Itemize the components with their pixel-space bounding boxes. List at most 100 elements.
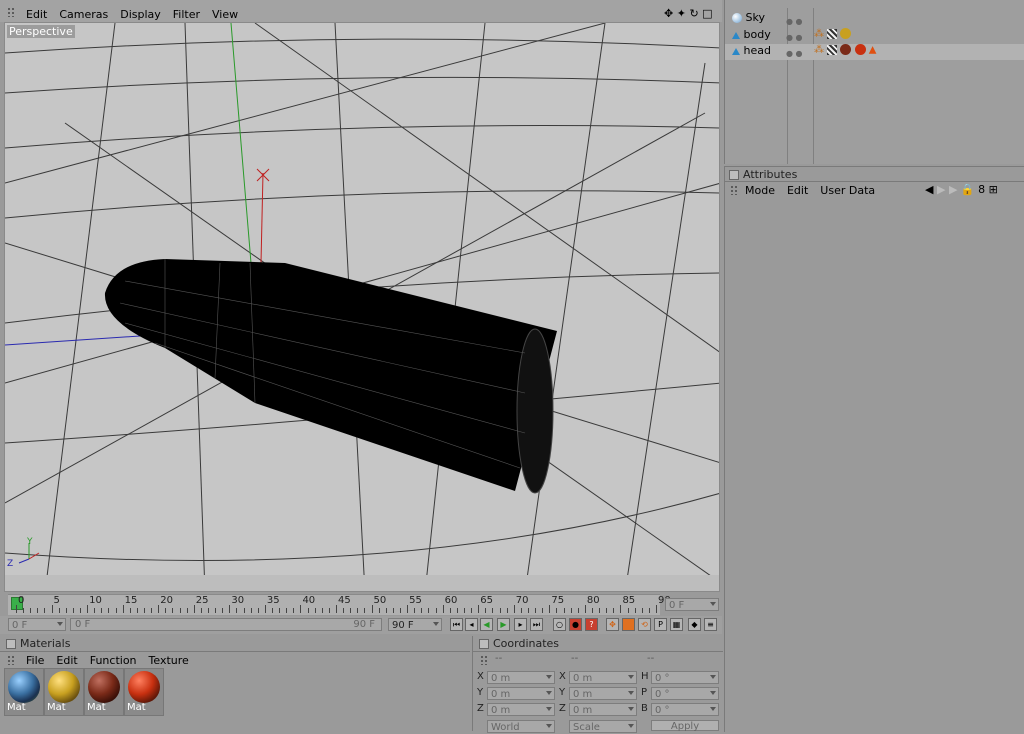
- key-pla-icon[interactable]: ◆: [688, 618, 701, 631]
- attributes-panel: Attributes Mode Edit User Data ◀ ▶ ▶ 🔒 8…: [724, 166, 1024, 732]
- go-end-icon[interactable]: ⏭: [530, 618, 543, 631]
- material-thumb[interactable]: Mat: [44, 668, 84, 716]
- menu-filter[interactable]: Filter: [173, 8, 200, 21]
- visibility-dots[interactable]: ● ● ● ● ● ●: [786, 14, 803, 62]
- autokey-icon[interactable]: ?: [585, 618, 598, 631]
- key-move-icon[interactable]: ✥: [606, 618, 619, 631]
- warning-tag-icon[interactable]: ▲: [869, 45, 877, 56]
- rot-h-field[interactable]: 0 °: [651, 671, 719, 684]
- size-header: --: [571, 653, 579, 664]
- key-grid-icon[interactable]: ▦: [670, 618, 683, 631]
- new-panel-icon[interactable]: ⊞: [989, 183, 998, 196]
- prev-key-icon[interactable]: ◂: [465, 618, 478, 631]
- divider: [473, 651, 723, 652]
- rot-p-field[interactable]: 0 °: [651, 687, 719, 700]
- timeline-tick: [108, 608, 110, 613]
- record-icon[interactable]: ●: [569, 618, 582, 631]
- body-tags[interactable]: ⁂: [814, 28, 852, 40]
- key-list-icon[interactable]: ≡: [704, 618, 717, 631]
- panel-close-icon[interactable]: [479, 639, 489, 649]
- lock-icon[interactable]: 🔒: [961, 183, 975, 196]
- menu-edit[interactable]: Edit: [26, 8, 47, 21]
- key-rotate-icon[interactable]: ⟲: [638, 618, 651, 631]
- mat-menu-function[interactable]: Function: [90, 654, 137, 667]
- timeline-tick: [499, 608, 501, 613]
- size-z-field[interactable]: 0 m: [569, 703, 637, 716]
- timeline-tick: [336, 605, 337, 613]
- material-thumb[interactable]: Mat: [84, 668, 124, 716]
- coord-mode-select[interactable]: World: [487, 720, 555, 733]
- key-scale-icon[interactable]: [622, 618, 635, 631]
- mat-menu-edit[interactable]: Edit: [56, 654, 77, 667]
- grip-icon[interactable]: [7, 7, 15, 17]
- timeline-tick: [293, 608, 295, 613]
- attr-menu-user-data[interactable]: User Data: [820, 184, 875, 197]
- material-tag-icon[interactable]: [854, 44, 866, 55]
- coord-scale-select[interactable]: Scale: [569, 720, 637, 733]
- back-arrow-icon[interactable]: ◀: [925, 183, 933, 196]
- link-icon[interactable]: 8: [978, 183, 985, 196]
- uvw-tag-icon[interactable]: [827, 44, 838, 55]
- materials-title: Materials: [20, 637, 71, 650]
- panel-close-icon[interactable]: [729, 170, 739, 180]
- timeline-tick: [101, 608, 103, 613]
- grip-icon[interactable]: [730, 185, 738, 195]
- viewport-3d[interactable]: Perspective Y Z: [4, 22, 720, 592]
- timeline[interactable]: 051015202530354045505560657075808590: [8, 594, 671, 615]
- attr-menu-mode[interactable]: Mode: [745, 184, 775, 197]
- pos-z-field[interactable]: 0 m: [487, 703, 555, 716]
- timeline-tick: [648, 608, 650, 613]
- grip-icon[interactable]: [7, 655, 15, 665]
- range-slider[interactable]: 0 F 90 F: [70, 618, 382, 631]
- size-x-field[interactable]: 0 m: [569, 671, 637, 684]
- mat-menu-texture[interactable]: Texture: [149, 654, 189, 667]
- menu-cameras[interactable]: Cameras: [59, 8, 108, 21]
- dolly-view-icon[interactable]: ✦: [677, 7, 686, 20]
- material-tag-icon[interactable]: [840, 44, 852, 55]
- timeline-ticks: 051015202530354045505560657075808590: [8, 595, 671, 615]
- key-param-icon[interactable]: P: [654, 618, 667, 631]
- next-key-icon[interactable]: ▸: [514, 618, 527, 631]
- attr-nav-icons: ◀ ▶ ▶ 🔒 8 ⊞: [925, 183, 998, 196]
- material-tag-icon[interactable]: [840, 28, 852, 39]
- maximize-view-icon[interactable]: □: [702, 7, 712, 20]
- loop-icon[interactable]: ○: [553, 618, 566, 631]
- head-tags[interactable]: ⁂ ▲: [814, 44, 876, 56]
- material-thumb[interactable]: Mat: [124, 668, 164, 716]
- timeline-tick: [151, 608, 153, 613]
- move-view-icon[interactable]: ✥: [664, 7, 673, 20]
- object-row-head[interactable]: head: [732, 43, 771, 59]
- rot-b-field[interactable]: 0 °: [651, 703, 719, 716]
- apply-button[interactable]: Apply: [651, 720, 719, 732]
- up-arrow-icon[interactable]: ▶: [937, 183, 945, 196]
- play-back-icon[interactable]: ◀: [480, 618, 493, 631]
- menu-display[interactable]: Display: [120, 8, 161, 21]
- play-icon[interactable]: ▶: [497, 618, 510, 631]
- rot-b-label: B: [641, 703, 648, 714]
- start-frame-field[interactable]: 0 F: [8, 618, 66, 631]
- grip-icon[interactable]: [480, 655, 488, 665]
- timeline-tick: [400, 608, 401, 613]
- forward-arrow-icon[interactable]: ▶: [949, 183, 957, 196]
- material-preview: [8, 671, 40, 703]
- material-thumb[interactable]: Mat: [4, 668, 44, 716]
- end-frame-field[interactable]: 90 F: [388, 618, 442, 631]
- uvw-tag-icon[interactable]: [827, 28, 838, 39]
- attr-menu-edit[interactable]: Edit: [787, 184, 808, 197]
- mat-menu-file[interactable]: File: [26, 654, 44, 667]
- size-y-field[interactable]: 0 m: [569, 687, 637, 700]
- rotate-view-icon[interactable]: ↻: [689, 7, 698, 20]
- current-frame-field[interactable]: 0 F: [665, 598, 719, 611]
- pos-y-field[interactable]: 0 m: [487, 687, 555, 700]
- phong-tag-icon[interactable]: ⁂: [814, 29, 824, 40]
- phong-tag-icon[interactable]: ⁂: [814, 45, 824, 56]
- panel-close-icon[interactable]: [6, 639, 16, 649]
- menu-view[interactable]: View: [212, 8, 238, 21]
- object-row-sky[interactable]: Sky: [732, 10, 765, 26]
- coordinates-title: Coordinates: [493, 637, 560, 650]
- go-start-icon[interactable]: ⏮: [450, 618, 463, 631]
- timeline-tick: [229, 605, 231, 613]
- timeline-tick: [264, 605, 266, 613]
- object-row-body[interactable]: body: [732, 27, 771, 43]
- pos-x-field[interactable]: 0 m: [487, 671, 555, 684]
